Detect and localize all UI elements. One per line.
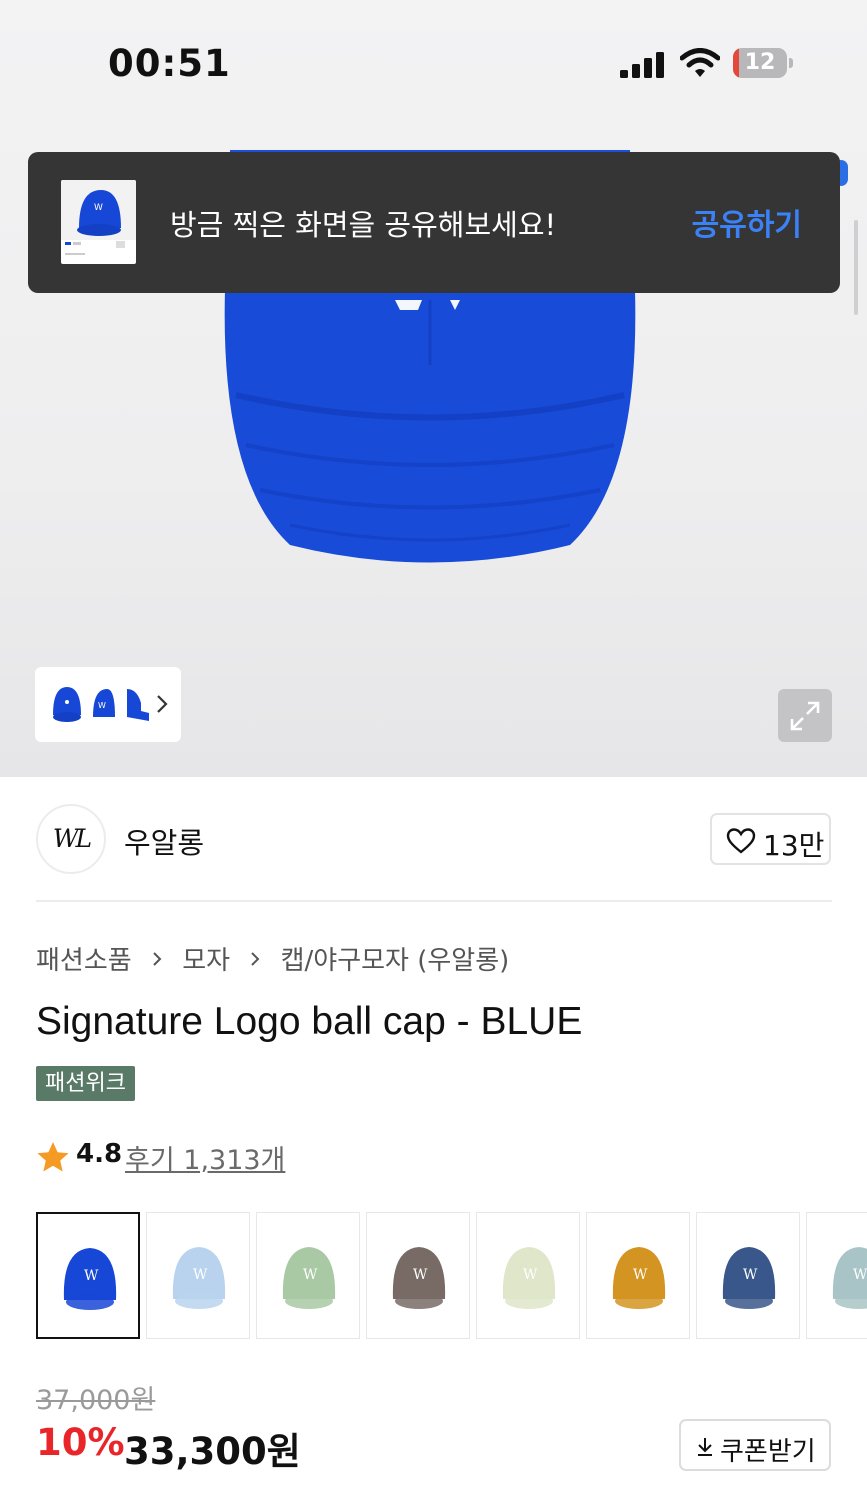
discount-rate: 10% [36, 1421, 125, 1464]
scroll-indicator[interactable] [854, 220, 858, 315]
cap-color-image: W [612, 1247, 666, 1309]
svg-text:W: W [98, 701, 106, 710]
brand-logo[interactable]: WL [36, 804, 106, 874]
sale-price: 33,300원 [124, 1430, 301, 1473]
cap-color-image: W [63, 1248, 117, 1310]
breadcrumb: 패션소품 모자 캡/야구모자 (우알롱) [36, 940, 510, 977]
cap-color-image: W [392, 1247, 446, 1309]
chevron-right-icon [251, 951, 260, 966]
cap-color-image: W [172, 1247, 226, 1309]
original-price: 37,000원 [36, 1385, 156, 1416]
rating-score: 4.8 [76, 1139, 123, 1169]
color-option-swatch[interactable]: W [36, 1212, 140, 1339]
breadcrumb-item[interactable]: 모자 [182, 940, 230, 977]
wifi-icon [680, 48, 720, 77]
gallery-thumbnail-strip[interactable]: W [35, 667, 181, 742]
svg-text:W: W [413, 1267, 428, 1283]
color-option-list: WWWWWWWW [36, 1212, 867, 1339]
chevron-right-icon[interactable] [155, 691, 169, 717]
cap-color-image: W [832, 1247, 867, 1309]
svg-text:W: W [743, 1267, 758, 1283]
share-button[interactable]: 공유하기 [692, 200, 802, 244]
divider [36, 900, 832, 902]
color-option-swatch[interactable]: W [586, 1212, 690, 1339]
share-toast: W 방금 찍은 화면을 공유해보세요! 공유하기 [28, 152, 840, 293]
status-bar: 00:51 12 [0, 0, 867, 120]
cap-color-image: W [282, 1247, 336, 1309]
svg-text:W: W [523, 1267, 538, 1283]
cap-color-image: W [722, 1247, 776, 1309]
color-option-swatch[interactable]: W [806, 1212, 867, 1339]
color-option-swatch[interactable]: W [146, 1212, 250, 1339]
breadcrumb-item[interactable]: 패션소품 [36, 940, 132, 977]
download-icon [698, 1438, 712, 1456]
coupon-label: 쿠폰받기 [720, 1437, 816, 1467]
review-count-link[interactable]: 후기 1,313개 [125, 1138, 285, 1177]
gallery-thumbnails: W [49, 675, 157, 733]
breadcrumb-item[interactable]: 캡/야구모자 (우알롱) [281, 940, 510, 977]
heart-icon [726, 828, 756, 854]
cap-color-image: W [502, 1247, 556, 1309]
product-image-area[interactable]: 00:51 12 W [0, 0, 867, 777]
brand-name[interactable]: 우알롱 [124, 820, 204, 862]
brand-logo-text: WL [52, 824, 92, 853]
like-button[interactable]: 13만 [710, 813, 831, 865]
like-count: 13만 [763, 829, 825, 862]
screenshot-thumbnail[interactable]: W [61, 180, 136, 264]
star-icon [37, 1142, 69, 1172]
svg-text:W: W [853, 1267, 867, 1283]
coupon-button[interactable]: 쿠폰받기 [679, 1419, 831, 1471]
toast-message: 방금 찍은 화면을 공유해보세요! [170, 208, 557, 242]
svg-text:W: W [94, 203, 103, 213]
color-option-swatch[interactable]: W [696, 1212, 800, 1339]
svg-text:W: W [633, 1267, 648, 1283]
cellular-signal-icon [620, 52, 664, 78]
color-option-swatch[interactable]: W [366, 1212, 470, 1339]
status-time: 00:51 [108, 42, 231, 85]
battery-level: 12 [744, 50, 776, 75]
event-badge: 패션위크 [36, 1066, 135, 1101]
svg-text:W: W [193, 1267, 208, 1283]
product-title: Signature Logo ball cap - BLUE [36, 1000, 583, 1043]
color-option-swatch[interactable]: W [256, 1212, 360, 1339]
expand-icon [790, 701, 820, 731]
expand-image-button[interactable] [778, 689, 832, 742]
svg-text:W: W [303, 1267, 318, 1283]
chevron-right-icon [153, 951, 162, 966]
battery-indicator: 12 [733, 48, 793, 78]
color-option-swatch[interactable]: W [476, 1212, 580, 1339]
svg-text:W: W [84, 1268, 99, 1284]
